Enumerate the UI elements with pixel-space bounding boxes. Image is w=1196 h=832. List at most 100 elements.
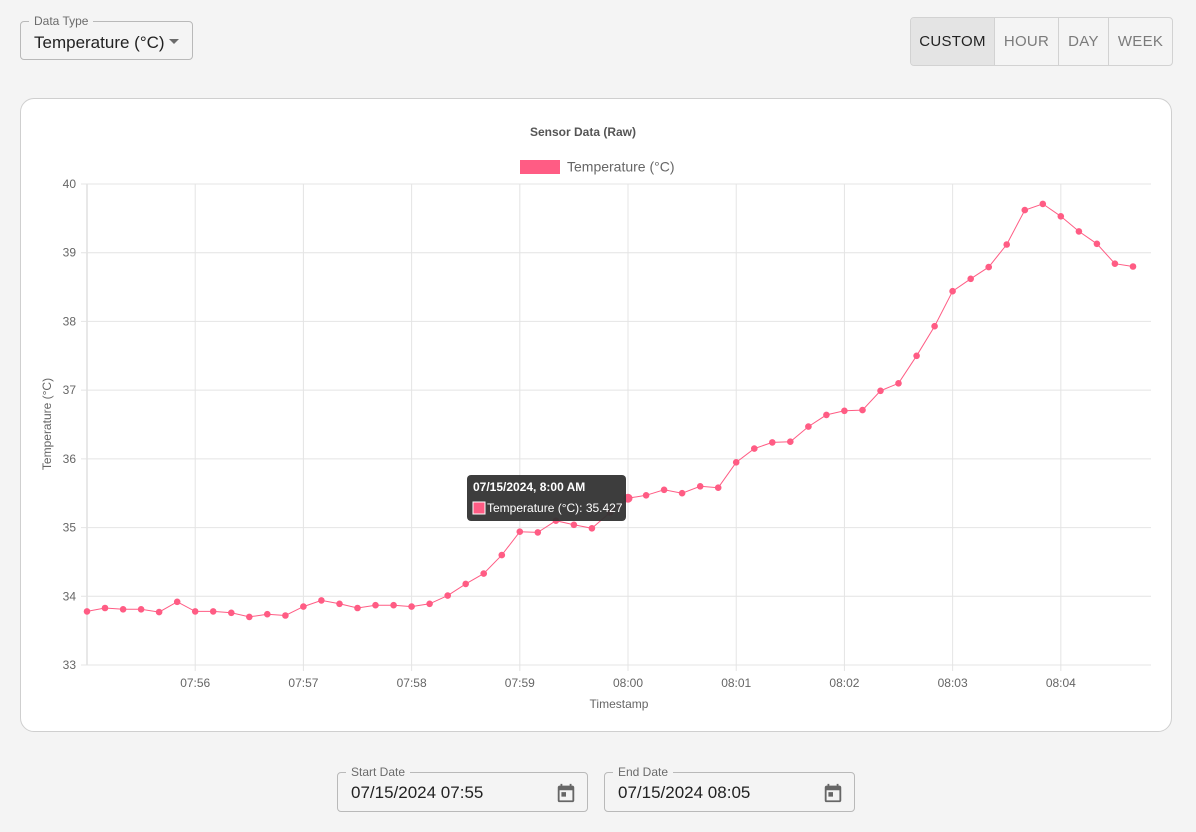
time-range-toggle-group: CUSTOM HOUR DAY WEEK: [910, 17, 1173, 66]
data-point: [859, 406, 866, 414]
data-point: [714, 484, 722, 492]
data-type-select[interactable]: Data Type Temperature (°C): [20, 14, 193, 60]
start-date-label: Start Date: [346, 765, 411, 779]
data-tooltip: 07/15/2024, 8:00 AM Temperature (°C): 35…: [467, 475, 626, 521]
y-tick-label: 37: [63, 383, 77, 397]
y-axis-title: Temperature (°C): [40, 378, 54, 470]
data-point: [137, 606, 145, 613]
tooltip-swatch: [472, 501, 486, 515]
data-point: [967, 275, 974, 283]
data-point: [913, 352, 920, 360]
y-tick-label: 40: [63, 177, 77, 191]
x-tick-label: 07:59: [505, 676, 535, 690]
data-point: [426, 600, 433, 608]
data-point: [155, 608, 163, 616]
data-point: [985, 263, 992, 271]
tooltip-text: Temperature (°C): 35.427: [487, 501, 623, 515]
data-point: [949, 287, 956, 295]
data-point: [1003, 241, 1010, 248]
data-type-label: Data Type: [29, 14, 94, 28]
data-point: [462, 580, 470, 588]
data-point: [787, 438, 794, 446]
data-point: [480, 570, 488, 577]
x-axis-title: Timestamp: [590, 697, 649, 711]
x-tick-label: 08:03: [938, 676, 968, 690]
sensor-chart[interactable]: Sensor Data (Raw) Temperature (°C) 33 34 3…: [21, 99, 1173, 733]
data-point: [751, 445, 758, 452]
data-point: [408, 603, 415, 610]
data-point: [354, 604, 361, 612]
data-point: [588, 525, 596, 532]
data-point: [732, 459, 740, 466]
chart-card: Sensor Data (Raw) Temperature (°C) 33 34 3…: [20, 98, 1172, 732]
end-date-field[interactable]: End Date 07/15/2024 08:05: [604, 765, 855, 812]
x-tick-label: 08:01: [721, 676, 751, 690]
data-point: [642, 492, 650, 499]
data-point: [1129, 263, 1137, 270]
data-point: [390, 601, 397, 609]
y-tick-label: 34: [63, 589, 77, 603]
data-point: [877, 387, 884, 395]
data-point: [101, 604, 109, 612]
data-point: [1057, 213, 1065, 220]
data-point: [1039, 200, 1047, 208]
calendar-icon[interactable]: [822, 782, 844, 804]
data-point: [823, 411, 830, 419]
data-point: [841, 407, 848, 415]
data-point: [516, 528, 524, 535]
chart-title: Sensor Data (Raw): [530, 125, 636, 139]
data-point: [1111, 260, 1119, 267]
hour-range-button[interactable]: HOUR: [994, 18, 1058, 65]
data-point: [570, 521, 578, 529]
data-point: [83, 608, 91, 615]
x-tick-label: 07:58: [397, 676, 427, 690]
y-tick-label: 38: [63, 314, 77, 328]
legend-label[interactable]: Temperature (°C): [567, 159, 675, 175]
end-date-value: 07/15/2024 08:05: [618, 783, 751, 802]
data-point: [1021, 206, 1029, 214]
week-range-button[interactable]: WEEK: [1108, 18, 1172, 65]
data-point: [191, 608, 199, 615]
data-point: [173, 598, 181, 606]
data-point: [119, 606, 127, 613]
day-range-button[interactable]: DAY: [1058, 18, 1108, 65]
data-point: [336, 600, 343, 608]
data-point: [1093, 240, 1101, 248]
data-point: [534, 529, 542, 536]
x-tick-label: 08:04: [1046, 676, 1076, 690]
dropdown-arrow-icon[interactable]: [169, 39, 179, 44]
data-point: [805, 423, 812, 430]
calendar-icon[interactable]: [555, 782, 577, 804]
y-tick-label: 33: [63, 658, 77, 672]
y-tick-label: 35: [63, 521, 77, 535]
series-line-temperature: [86, 203, 1134, 618]
data-point: [895, 380, 902, 387]
data-point: [282, 612, 289, 619]
data-point: [498, 551, 506, 559]
data-point: [300, 603, 307, 610]
end-date-label: End Date: [613, 765, 674, 779]
data-point: [318, 597, 325, 604]
data-point: [1075, 228, 1083, 235]
start-date-value: 07/15/2024 07:55: [351, 783, 484, 802]
data-point: [228, 609, 235, 617]
y-tick-label: 36: [63, 452, 77, 466]
data-point: [209, 608, 217, 615]
custom-range-button[interactable]: CUSTOM: [911, 18, 994, 65]
start-date-field[interactable]: Start Date 07/15/2024 07:55: [337, 765, 588, 812]
data-point: [246, 613, 253, 621]
data-point: [264, 610, 271, 618]
data-type-value: Temperature (°C): [34, 33, 165, 52]
data-point: [931, 322, 938, 330]
legend-swatch[interactable]: [520, 160, 560, 174]
x-tick-label: 08:02: [829, 676, 859, 690]
data-point: [696, 483, 704, 490]
x-tick-label: 07:57: [288, 676, 318, 690]
data-point: [444, 592, 452, 599]
x-tick-label: 08:00: [613, 676, 643, 690]
data-point: [660, 486, 668, 494]
tooltip-title: 07/15/2024, 8:00 AM: [473, 480, 585, 494]
data-point: [372, 601, 379, 609]
y-tick-label: 39: [63, 246, 77, 260]
data-point: [769, 439, 776, 446]
